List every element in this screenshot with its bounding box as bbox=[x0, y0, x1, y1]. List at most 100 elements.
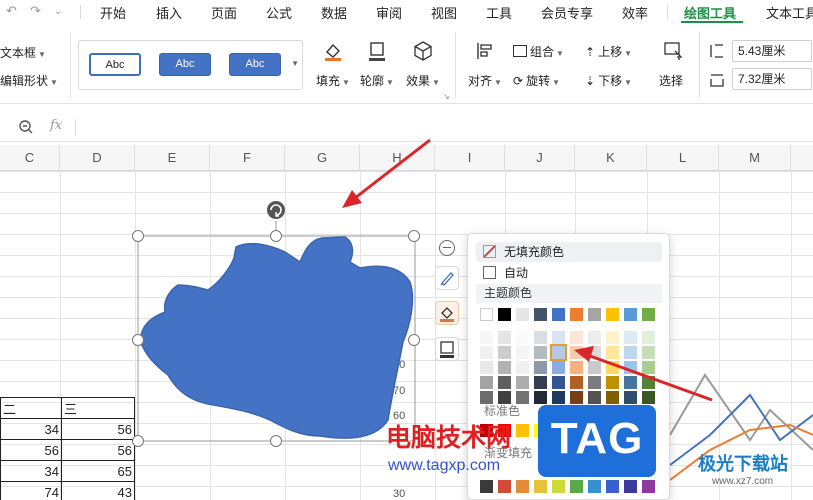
theme-color-swatch[interactable] bbox=[570, 308, 583, 321]
theme-color-swatch[interactable] bbox=[588, 308, 601, 321]
shape-mini-toolbar bbox=[430, 234, 464, 368]
resize-handle-top-right[interactable] bbox=[408, 230, 420, 242]
theme-color-swatch[interactable] bbox=[534, 331, 547, 344]
watermark-xz-url: www.xz7.com bbox=[712, 476, 774, 487]
gradient-fill-swatch[interactable] bbox=[480, 480, 493, 493]
no-fill-option[interactable]: 无填充颜色 bbox=[476, 242, 662, 262]
gradient-fill-swatch[interactable] bbox=[516, 480, 529, 493]
theme-color-swatch[interactable] bbox=[606, 361, 619, 374]
gradient-fill-swatch[interactable] bbox=[498, 480, 511, 493]
resize-handle-bottom-left[interactable] bbox=[132, 435, 144, 447]
theme-color-swatch[interactable] bbox=[480, 331, 493, 344]
theme-color-swatch[interactable] bbox=[642, 331, 655, 344]
auto-color-checkbox bbox=[483, 266, 496, 279]
no-fill-label: 无填充颜色 bbox=[504, 245, 565, 259]
theme-color-swatch[interactable] bbox=[588, 331, 601, 344]
theme-color-swatch[interactable] bbox=[606, 308, 619, 321]
resize-handle-right[interactable] bbox=[408, 334, 420, 346]
theme-color-swatch[interactable] bbox=[516, 376, 529, 389]
gradient-fill-swatch[interactable] bbox=[588, 480, 601, 493]
shape-style-brush-button[interactable] bbox=[435, 266, 459, 290]
theme-color-swatch[interactable] bbox=[552, 361, 565, 374]
standard-color-swatch[interactable] bbox=[516, 424, 529, 437]
theme-color-swatch[interactable] bbox=[642, 376, 655, 389]
spreadsheet-app-window: ↶ ↷ ⌄ 开始 插入 页面 公式 数据 审阅 视图 工具 会员专享 效率 绘图… bbox=[0, 0, 813, 500]
theme-color-swatch[interactable] bbox=[642, 391, 655, 404]
theme-color-swatch[interactable] bbox=[570, 361, 583, 374]
gradient-fill-swatch[interactable] bbox=[552, 480, 565, 493]
theme-color-swatch[interactable] bbox=[516, 391, 529, 404]
freeform-shape[interactable] bbox=[139, 236, 414, 439]
theme-color-swatch[interactable] bbox=[588, 376, 601, 389]
auto-color-option[interactable]: 自动 bbox=[476, 263, 662, 283]
theme-color-swatch[interactable] bbox=[498, 391, 511, 404]
gradient-fill-swatch[interactable] bbox=[642, 480, 655, 493]
theme-color-swatch[interactable] bbox=[642, 346, 655, 359]
theme-color-swatch[interactable] bbox=[480, 391, 493, 404]
theme-color-swatch[interactable] bbox=[516, 331, 529, 344]
outline-color-button[interactable] bbox=[435, 337, 459, 361]
theme-color-swatch[interactable] bbox=[552, 331, 565, 344]
resize-handle-top-left[interactable] bbox=[132, 230, 144, 242]
theme-color-swatch[interactable] bbox=[516, 308, 529, 321]
auto-color-label: 自动 bbox=[504, 266, 529, 280]
theme-color-swatch[interactable] bbox=[624, 376, 637, 389]
theme-color-swatch[interactable] bbox=[480, 346, 493, 359]
rotate-handle-icon[interactable] bbox=[267, 201, 285, 219]
theme-color-swatch[interactable] bbox=[624, 361, 637, 374]
gradient-fill-swatch[interactable] bbox=[624, 480, 637, 493]
theme-color-swatch[interactable] bbox=[570, 391, 583, 404]
gradient-fill-swatch[interactable] bbox=[570, 480, 583, 493]
theme-color-swatch[interactable] bbox=[480, 308, 493, 321]
theme-color-swatch[interactable] bbox=[606, 376, 619, 389]
brush-icon bbox=[440, 272, 454, 286]
theme-color-swatch[interactable] bbox=[570, 376, 583, 389]
watermark-xz-name: 极光下载站 bbox=[698, 454, 788, 474]
theme-color-swatch[interactable] bbox=[480, 376, 493, 389]
theme-color-swatch[interactable] bbox=[642, 308, 655, 321]
theme-color-swatch[interactable] bbox=[588, 346, 601, 359]
theme-color-swatch[interactable] bbox=[624, 346, 637, 359]
theme-color-swatch[interactable] bbox=[606, 346, 619, 359]
theme-color-swatch[interactable] bbox=[552, 308, 565, 321]
resize-handle-left[interactable] bbox=[132, 334, 144, 346]
theme-color-swatch[interactable] bbox=[642, 361, 655, 374]
tag-logo-text: TAG bbox=[550, 414, 644, 463]
theme-color-swatch[interactable] bbox=[570, 346, 583, 359]
theme-color-swatch[interactable] bbox=[552, 376, 565, 389]
selected-color-swatch[interactable] bbox=[550, 344, 567, 361]
collapse-minus-icon[interactable] bbox=[439, 240, 455, 256]
theme-color-swatch[interactable] bbox=[534, 391, 547, 404]
theme-color-swatch[interactable] bbox=[534, 361, 547, 374]
theme-color-swatch[interactable] bbox=[534, 346, 547, 359]
watermark-site-name: 电脑技术网 bbox=[386, 424, 512, 452]
theme-color-swatch[interactable] bbox=[624, 331, 637, 344]
theme-color-swatch[interactable] bbox=[498, 308, 511, 321]
theme-color-swatch[interactable] bbox=[498, 361, 511, 374]
theme-color-swatch[interactable] bbox=[588, 361, 601, 374]
theme-color-swatch[interactable] bbox=[498, 331, 511, 344]
outline-icon bbox=[440, 341, 454, 358]
fill-color-button[interactable] bbox=[435, 301, 459, 325]
no-fill-icon bbox=[483, 245, 496, 258]
theme-color-swatch[interactable] bbox=[570, 331, 583, 344]
resize-handle-top[interactable] bbox=[270, 230, 282, 242]
theme-color-swatch[interactable] bbox=[498, 376, 511, 389]
theme-color-swatch[interactable] bbox=[552, 391, 565, 404]
theme-color-swatch[interactable] bbox=[480, 361, 493, 374]
theme-color-swatch[interactable] bbox=[516, 346, 529, 359]
theme-color-swatch[interactable] bbox=[534, 308, 547, 321]
theme-color-swatch[interactable] bbox=[606, 331, 619, 344]
theme-color-swatch[interactable] bbox=[588, 391, 601, 404]
theme-color-swatch[interactable] bbox=[624, 308, 637, 321]
watermark-site-url: www.tagxp.com bbox=[388, 457, 501, 474]
fill-bucket-icon bbox=[440, 307, 454, 322]
resize-handle-bottom[interactable] bbox=[270, 435, 282, 447]
gradient-fill-swatch[interactable] bbox=[606, 480, 619, 493]
gradient-fill-swatch[interactable] bbox=[534, 480, 547, 493]
theme-color-swatch[interactable] bbox=[516, 361, 529, 374]
theme-color-swatch[interactable] bbox=[534, 376, 547, 389]
theme-color-swatch[interactable] bbox=[498, 346, 511, 359]
theme-color-swatch[interactable] bbox=[624, 391, 637, 404]
theme-color-swatch[interactable] bbox=[606, 391, 619, 404]
